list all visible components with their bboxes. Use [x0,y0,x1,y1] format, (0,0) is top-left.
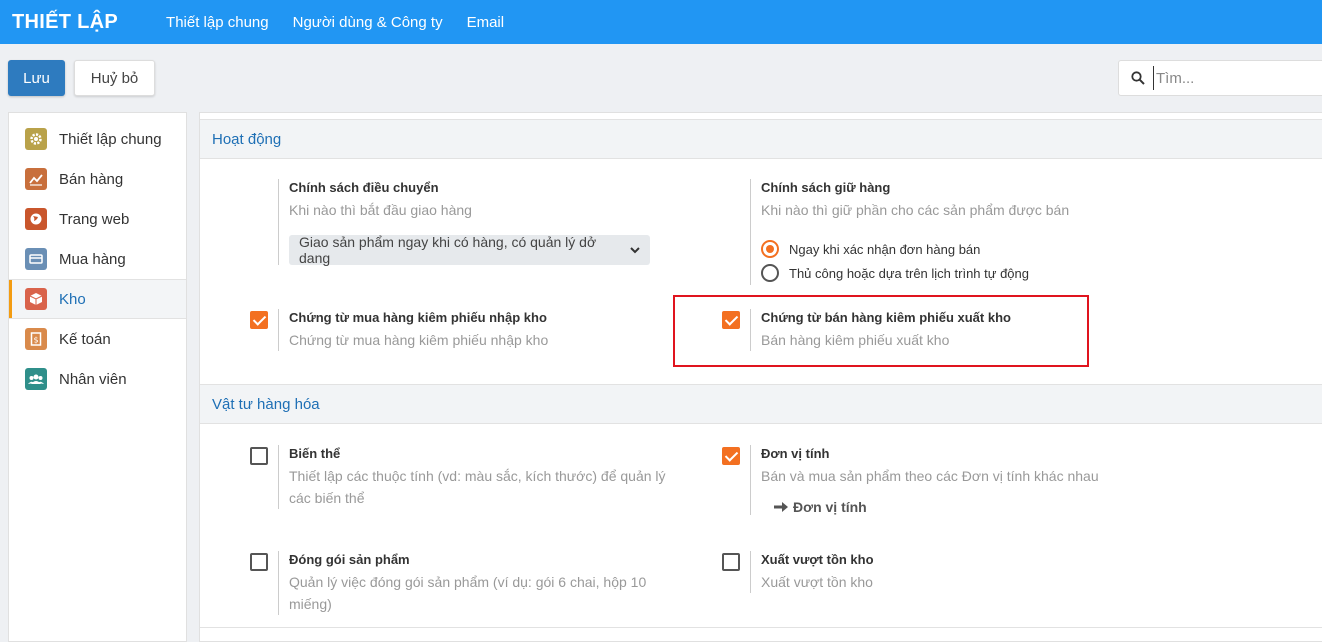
search-input[interactable] [1153,66,1313,90]
sidebar-item-label: Thiết lập chung [59,130,162,148]
setting-description: Bán hàng kiêm phiếu xuất kho [761,332,950,348]
search-box [1118,60,1322,96]
search-icon [1131,71,1145,85]
sidebar-item-label: Kho [59,290,86,308]
negative-stock-checkbox[interactable] [722,553,740,571]
sidebar-item-employees[interactable]: Nhân viên [9,359,186,399]
sidebar-item-purchase[interactable]: Mua hàng [9,239,186,279]
setting-description: Khi nào thì giữ phần cho các sản phẩm đư… [761,202,1070,218]
sidebar-item-accounting[interactable]: $ Kế toán [9,319,186,359]
divider [200,627,1322,628]
setting-reservation-policy: Chính sách giữ hàng Khi nào thì giữ phần… [718,179,1148,285]
users-icon [25,368,47,390]
settings-panel: Hoạt động Chính sách điều chuyển Khi nào… [199,112,1322,642]
sidebar-item-label: Mua hàng [59,250,126,268]
setting-title: Đóng gói sản phẩm [289,552,410,567]
top-nav: Thiết lập chung Người dùng & Công ty Ema… [166,14,528,31]
app-title: THIẾT LẬP [12,10,119,33]
cancel-button[interactable]: Huỷ bỏ [74,60,155,96]
setting-title: Xuất vượt tồn kho [761,552,874,567]
sidebar-item-label: Kế toán [59,330,111,348]
setting-title: Chính sách điều chuyển [289,180,439,195]
reservation-radio-group: Ngay khi xác nhận đơn hàng bán Thủ công … [761,237,1148,285]
setting-transfer-policy: Chính sách điều chuyển Khi nào thì bắt đ… [246,179,676,266]
setting-variants: Biến thể Thiết lập các thuộc tính (vd: m… [246,445,676,509]
setting-title: Biến thể [289,446,341,461]
variants-checkbox[interactable] [250,447,268,465]
setting-negative-stock: Xuất vượt tồn kho Xuất vượt tồn kho [718,551,1148,593]
sidebar-item-label: Bán hàng [59,170,124,188]
nav-general-settings[interactable]: Thiết lập chung [166,14,269,31]
select-value: Giao sản phẩm ngay khi có hàng, có quản … [299,234,597,266]
box-icon [25,288,47,310]
setting-packaging: Đóng gói sản phẩm Quản lý việc đóng gói … [246,551,676,615]
radio-button[interactable] [761,264,779,282]
setting-sale-delivery: Chứng từ bán hàng kiêm phiếu xuất kho Bá… [718,309,1148,351]
sidebar-item-general-settings[interactable]: Thiết lập chung [9,119,186,159]
settings-sidebar: Thiết lập chung Bán hàng Trang web Mua h… [8,112,187,642]
top-bar: THIẾT LẬP Thiết lập chung Người dùng & C… [0,0,1322,44]
reservation-option-manual[interactable]: Thủ công hoặc dựa trên lịch trình tự độn… [761,261,1148,285]
chevron-down-icon [630,247,640,254]
setting-description: Khi nào thì bắt đầu giao hàng [289,202,472,218]
uom-link-button[interactable]: Đơn vị tính [773,499,1148,515]
packaging-checkbox[interactable] [250,553,268,571]
sidebar-item-label: Trang web [59,210,130,228]
save-button[interactable]: Lưu [8,60,65,96]
setting-description: Chứng từ mua hàng kiêm phiếu nhập kho [289,332,549,348]
sidebar-item-label: Nhân viên [59,370,127,388]
setting-description: Bán và mua sản phẩm theo các Đơn vị tính… [761,468,1099,484]
setting-units-of-measure: Đơn vị tính Bán và mua sản phẩm theo các… [718,445,1148,515]
setting-description: Xuất vượt tồn kho [761,574,873,590]
setting-description: Thiết lập các thuộc tính (vd: màu sắc, k… [289,468,666,506]
transfer-policy-select[interactable]: Giao sản phẩm ngay khi có hàng, có quản … [289,234,650,266]
arrow-right-icon [774,502,788,512]
invoice-icon: $ [25,328,47,350]
setting-title: Chính sách giữ hàng [761,180,891,195]
purchase-receipt-checkbox[interactable] [250,311,268,329]
radio-button[interactable] [761,240,779,258]
setting-title: Chứng từ bán hàng kiêm phiếu xuất kho [761,310,1011,325]
section-title-operations: Hoạt động [200,119,1322,159]
setting-purchase-receipt: Chứng từ mua hàng kiêm phiếu nhập kho Ch… [246,309,676,351]
setting-title: Chứng từ mua hàng kiêm phiếu nhập kho [289,310,547,325]
uom-checkbox[interactable] [722,447,740,465]
sidebar-item-inventory[interactable]: Kho [9,279,186,319]
radio-label: Ngay khi xác nhận đơn hàng bán [789,241,981,257]
setting-title: Đơn vị tính [761,446,830,461]
nav-email[interactable]: Email [467,14,505,31]
sidebar-item-website[interactable]: Trang web [9,199,186,239]
card-icon [25,248,47,270]
reservation-option-on-confirm[interactable]: Ngay khi xác nhận đơn hàng bán [761,237,1148,261]
sale-delivery-checkbox[interactable] [722,311,740,329]
section-title-products: Vật tư hàng hóa [200,384,1322,424]
sidebar-item-sales[interactable]: Bán hàng [9,159,186,199]
link-label: Đơn vị tính [793,499,867,515]
gear-icon [25,128,47,150]
radio-label: Thủ công hoặc dựa trên lịch trình tự độn… [789,265,1029,281]
svg-text:$: $ [33,336,38,345]
chart-icon [25,168,47,190]
nav-users-companies[interactable]: Người dùng & Công ty [293,14,443,31]
globe-icon [25,208,47,230]
setting-description: Quản lý việc đóng gói sản phẩm (ví dụ: g… [289,574,647,612]
